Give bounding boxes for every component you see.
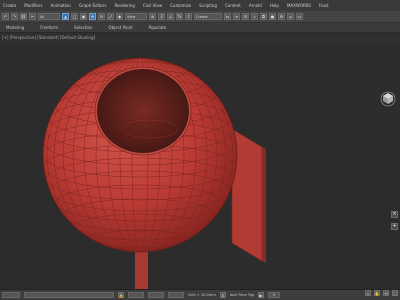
menu-item-help[interactable]: Help [267,3,284,8]
status-bar: 🔒 Grid = 10.0mm ⚷ Add Time Tag ▶ 0 [0,289,400,300]
ribbon: Modeling Freeform Selection Object Paint Pop… [0,23,400,33]
align-icon[interactable]: ≡ [233,13,240,20]
select-icon[interactable]: ▲ [62,13,69,20]
place-icon[interactable]: ◆ [116,13,123,20]
menu-bar: Create Modifiers Animation Graph Editors Ren… [0,0,400,10]
viewport-navigation: ⌕ ✋ ⟲ ⛶ [365,290,398,296]
pivot-icon[interactable]: ⊕ [149,13,156,20]
percent-snap-icon[interactable]: % [176,13,183,20]
spinner-snap-icon[interactable]: ↕ [185,13,192,20]
mirror-icon[interactable]: ⇋ [224,13,231,20]
menu-item-frost[interactable]: Frost [316,3,334,8]
menu-item-graph-editors[interactable]: Graph Editors [76,3,111,8]
viewport-side-controls: × + [391,211,398,230]
grid-label: Grid = 10.0mm [188,293,216,297]
menu-item-civil-view[interactable]: Civil View [140,3,167,8]
unlink-icon[interactable]: ✂ [29,13,36,20]
menu-item-arnold[interactable]: Arnold [246,3,267,8]
maxscript-listener[interactable] [2,292,20,298]
ribbon-tab-populate[interactable]: Populate [143,25,176,30]
maximize-icon[interactable]: ⛶ [392,290,398,296]
ribbon-tab-freeform[interactable]: Freeform [34,25,68,30]
rotate-icon[interactable]: ⟳ [98,13,105,20]
play-icon[interactable]: ▶ [257,292,264,298]
viewport-label[interactable]: [+] [Perspective] [Standard] [Default Sh… [0,33,400,43]
y-coord-field[interactable] [148,292,164,298]
zoom-icon[interactable]: ⌕ [365,290,371,296]
render-setup-icon[interactable]: ⚙ [278,13,285,20]
viewcube-icon[interactable] [379,89,397,107]
layer-icon[interactable]: ☰ [242,13,249,20]
ribbon-tab-selection[interactable]: Selection [68,25,102,30]
add-icon[interactable]: + [391,223,398,230]
angle-snap-icon[interactable]: ∠ [167,13,174,20]
menu-item-rendering[interactable]: Rendering [111,3,139,8]
sphere-opening [94,66,192,156]
back-panel-edge [262,147,266,263]
redo-icon[interactable]: ↷ [11,13,18,20]
frame-counter[interactable]: 0 [267,292,280,298]
curve-editor-icon[interactable]: ∿ [251,13,258,20]
x-coord-field[interactable] [128,292,144,298]
ribbon-tab-object-paint[interactable]: Object Paint [102,25,142,30]
pan-icon[interactable]: ✋ [374,290,380,296]
selection-filter-dropdown[interactable]: All [38,13,60,20]
scene-render [42,57,266,289]
menu-item-maxworks[interactable]: MAXWORKS [284,3,316,8]
select-region-icon[interactable]: □ [71,13,78,20]
material-editor-icon[interactable]: ● [269,13,276,20]
menu-item-create[interactable]: Create [0,3,21,8]
undo-icon[interactable]: ↶ [2,13,9,20]
add-time-tag[interactable]: Add Time Tag [230,293,254,297]
snap-icon[interactable]: 3 [158,13,165,20]
view-dropdown[interactable]: View [125,13,147,20]
main-toolbar: ↶ ↷ ⛓ ✂ All ▲ □ ▣ ✥ ⟳ ⤢ ◆ View ⊕ 3 ∠ % ↕… [0,10,400,23]
schematic-icon[interactable]: ⧉ [260,13,267,20]
scale-icon[interactable]: ⤢ [107,13,114,20]
orbit-icon[interactable]: ⟲ [383,290,389,296]
menu-item-modifiers[interactable]: Modifiers [21,3,47,8]
render-icon[interactable]: ☕ [287,13,294,20]
menu-item-animation[interactable]: Animation [48,3,76,8]
lock-icon[interactable]: 🔒 [118,292,124,298]
prompt-line [24,292,114,298]
link-icon[interactable]: ⛓ [20,13,27,20]
move-icon[interactable]: ✥ [89,13,96,20]
menu-item-customize[interactable]: Customize [167,3,196,8]
ribbon-tab-modeling[interactable]: Modeling [0,25,34,30]
window-crossing-icon[interactable]: ▣ [80,13,87,20]
menu-item-scripting[interactable]: Scripting [196,3,222,8]
close-icon[interactable]: × [391,211,398,218]
key-icon[interactable]: ⚷ [219,292,226,298]
named-selection-dropdown[interactable]: Create Selection Set [194,13,222,20]
z-coord-field[interactable] [168,292,184,298]
perspective-viewport[interactable]: × + [0,43,400,289]
render-frame-icon[interactable]: ▭ [296,13,303,20]
menu-item-content[interactable]: Content [222,3,246,8]
